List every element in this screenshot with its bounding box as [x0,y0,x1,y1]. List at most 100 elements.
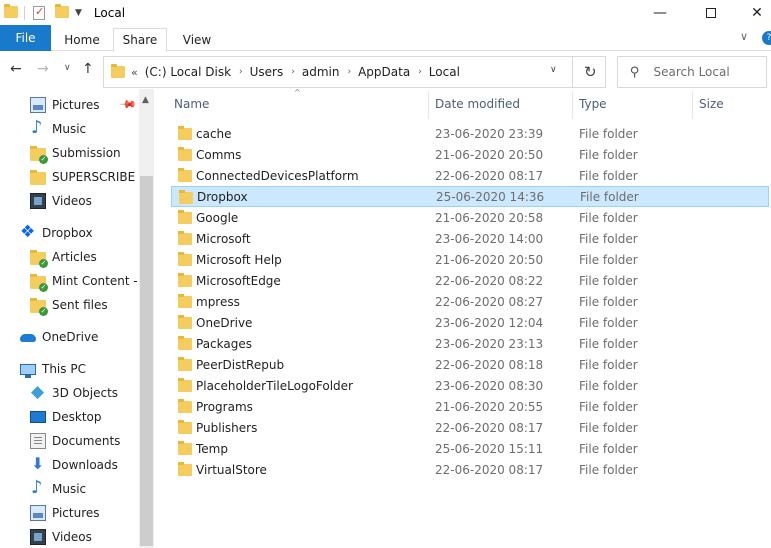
properties-icon[interactable] [33,5,45,20]
file-name: Programs [196,399,253,414]
search-input[interactable]: Search Local [654,65,730,79]
maximize-button[interactable] [688,0,734,25]
file-date-modified: 23-06-2020 12:04 [435,315,544,330]
forward-arrow-icon[interactable]: → [37,61,49,77]
table-row[interactable]: Google 21-06-2020 20:58 File folder [171,207,769,228]
nav-item-mint-content[interactable]: Mint Content - S [30,269,137,293]
nav-item-videos-pc[interactable]: Videos [30,525,155,548]
file-type: File folder [579,441,638,456]
file-name: cache [196,126,232,141]
nav-item-sent-files[interactable]: Sent files [30,293,155,317]
table-row[interactable]: cache 23-06-2020 23:39 File folder [171,123,769,144]
quick-access-toolbar-dropdown[interactable]: ▼ [75,8,82,18]
nav-item-submission[interactable]: Submission [30,141,155,165]
breadcrumb-local[interactable]: Local [429,65,460,79]
file-name: Comms [196,147,242,162]
nav-item-3d-objects[interactable]: 3D Objects [30,381,155,405]
breadcrumb-appdata[interactable]: AppData [358,65,410,79]
close-button[interactable]: ✕ [734,0,771,25]
nav-item-onedrive[interactable]: OneDrive [20,325,155,349]
breadcrumb-separator-icon[interactable]: › [418,67,422,77]
column-header-type[interactable]: Type [579,97,607,111]
folder-icon [178,231,192,245]
recent-locations-chevron-icon[interactable]: ∨ [64,63,71,73]
nav-item-articles[interactable]: Articles [30,245,155,269]
file-name: mpress [196,294,240,309]
folder-icon [178,210,192,224]
table-row[interactable]: MicrosoftEdge 22-06-2020 08:22 File folder [171,270,769,291]
column-header-date-modified[interactable]: Date modified [435,97,520,111]
table-row[interactable]: Microsoft 23-06-2020 14:00 File folder [171,228,769,249]
file-date-modified: 23-06-2020 23:39 [435,126,544,141]
address-divider [572,57,573,87]
column-header-size[interactable]: Size [699,97,724,111]
tab-view[interactable]: View [171,28,223,51]
column-divider[interactable] [428,91,429,119]
nav-item-label: Videos [52,194,92,208]
file-date-modified: 21-06-2020 20:50 [435,147,544,162]
3d-objects-icon [30,382,46,402]
file-date-modified: 25-06-2020 15:11 [435,441,544,456]
table-row[interactable]: Temp 25-06-2020 15:11 File folder [171,438,769,459]
folder-icon [178,357,192,371]
breadcrumb-separator-icon[interactable]: › [239,67,243,77]
breadcrumb-separator-icon[interactable]: › [347,67,351,77]
table-row[interactable]: Dropbox 25-06-2020 14:36 File folder [171,186,769,207]
folder-icon [179,190,193,204]
folder-icon [4,3,18,20]
minimize-button[interactable]: — [637,0,683,25]
table-row[interactable]: PeerDistRepub 22-06-2020 08:18 File folder [171,354,769,375]
sync-folder-icon [30,249,48,268]
table-row[interactable]: Programs 21-06-2020 20:55 File folder [171,396,769,417]
file-type: File folder [579,357,638,372]
column-divider[interactable] [572,91,573,119]
desktop-icon [30,411,46,423]
search-box[interactable]: ⚲ Search Local [617,56,767,88]
address-dropdown-icon[interactable]: ∨ [550,65,557,75]
table-row[interactable]: VirtualStore 22-06-2020 08:17 File folder [171,459,769,480]
table-row[interactable]: mpress 22-06-2020 08:27 File folder [171,291,769,312]
breadcrumb-separator-icon[interactable]: › [291,67,295,77]
back-arrow-icon[interactable]: ← [10,61,22,77]
nav-item-music[interactable]: Music [30,117,155,141]
address-bar[interactable]: « (C:) Local Disk › Users › admin › AppD… [103,56,606,88]
tab-file[interactable]: File [0,25,51,51]
nav-pane-scrollbar[interactable]: ▲ [139,89,154,548]
help-icon[interactable]: ? [762,31,771,45]
nav-item-pictures-pc[interactable]: Pictures [30,501,155,525]
up-arrow-icon[interactable]: ↑ [82,61,94,77]
nav-item-desktop[interactable]: Desktop [30,405,155,429]
table-row[interactable]: Packages 23-06-2020 23:13 File folder [171,333,769,354]
new-folder-icon[interactable] [55,3,69,20]
table-row[interactable]: ConnectedDevicesPlatform 22-06-2020 08:17… [171,165,769,186]
nav-item-this-pc[interactable]: This PC [20,357,155,381]
nav-item-label: Mint Content - S [52,274,137,288]
column-divider[interactable] [692,91,693,119]
nav-item-documents[interactable]: Documents [30,429,155,453]
nav-item-downloads[interactable]: Downloads [30,453,155,477]
column-header-name[interactable]: Name [174,97,209,111]
scroll-up-arrow-icon[interactable]: ▲ [142,95,149,105]
table-row[interactable]: Comms 21-06-2020 20:50 File folder [171,144,769,165]
nav-item-videos[interactable]: Videos [30,189,155,213]
breadcrumb-overflow[interactable]: « [131,66,138,79]
table-row[interactable]: Publishers 22-06-2020 08:17 File folder [171,417,769,438]
breadcrumb-local-disk[interactable]: (C:) Local Disk [145,65,231,79]
refresh-icon[interactable]: ↻ [584,63,597,81]
tab-home[interactable]: Home [56,28,108,51]
tab-share[interactable]: Share [113,28,167,52]
nav-item-superscribe[interactable]: SUPERSCRIBE [30,165,155,189]
folder-icon [178,126,192,140]
file-date-modified: 23-06-2020 14:00 [435,231,544,246]
breadcrumb-users[interactable]: Users [250,65,284,79]
nav-item-dropbox[interactable]: Dropbox [20,221,155,245]
table-row[interactable]: PlaceholderTileLogoFolder 23-06-2020 08:3… [171,375,769,396]
breadcrumb-admin[interactable]: admin [302,65,340,79]
table-row[interactable]: OneDrive 23-06-2020 12:04 File folder [171,312,769,333]
folder-icon [178,147,192,161]
file-type: File folder [579,462,638,477]
nav-item-music-pc[interactable]: Music [30,477,155,501]
expand-ribbon-chevron-icon[interactable]: ∨ [740,30,748,43]
table-row[interactable]: Microsoft Help 21-06-2020 20:50 File folde… [171,249,769,270]
scroll-thumb[interactable] [140,176,153,546]
